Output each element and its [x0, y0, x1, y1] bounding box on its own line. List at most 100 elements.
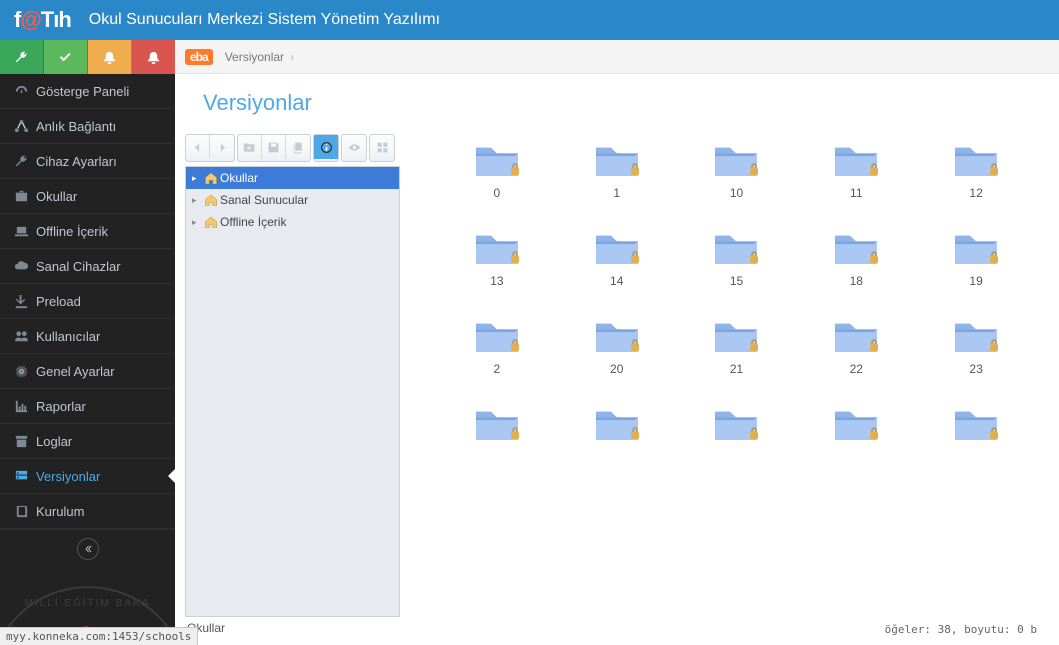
sidebar-item-virtual-devices[interactable]: Sanal Cihazlar: [0, 249, 175, 284]
sidebar-item-device-settings[interactable]: Cihaz Ayarları: [0, 144, 175, 179]
house-icon: [202, 216, 220, 228]
breadcrumb-item[interactable]: Versiyonlar: [225, 50, 284, 64]
folder-item[interactable]: [801, 406, 911, 450]
briefcase-icon: [14, 189, 36, 204]
folder-item[interactable]: 10: [682, 142, 792, 200]
sidebar-item-preload[interactable]: Preload: [0, 284, 175, 319]
sidebar-item-live-conn[interactable]: Anlık Bağlantı: [0, 109, 175, 144]
folder-label: 18: [850, 274, 863, 288]
sidebar-item-label: Anlık Bağlantı: [36, 119, 116, 134]
folder-item[interactable]: [921, 406, 1031, 450]
lock-icon: [510, 339, 520, 354]
folder-item[interactable]: 23: [921, 318, 1031, 376]
folder-item[interactable]: 0: [442, 142, 552, 200]
sidebar-item-dashboard[interactable]: Gösterge Paneli: [0, 74, 175, 109]
breadcrumb-bar: eba Versiyonlar ›: [175, 40, 1059, 74]
folder-item[interactable]: [562, 406, 672, 450]
folder-icon: [835, 142, 877, 176]
fm-preview-button: [342, 135, 366, 159]
folder-icon: [955, 318, 997, 352]
toolbar-approve-button[interactable]: [44, 40, 88, 74]
fm-info-button[interactable]: [314, 135, 338, 159]
sidebar-item-reports[interactable]: Raporlar: [0, 389, 175, 424]
folder-icon: [596, 230, 638, 264]
fm-grid-view-button: [370, 135, 394, 159]
tree-item[interactable]: ▸Okullar: [186, 167, 399, 189]
lock-icon: [869, 251, 879, 266]
folder-item[interactable]: 15: [682, 230, 792, 288]
sidebar-item-setup[interactable]: Kurulum: [0, 494, 175, 529]
lock-icon: [630, 163, 640, 178]
folder-item[interactable]: 22: [801, 318, 911, 376]
wrench-icon: [14, 154, 36, 169]
lock-icon: [630, 339, 640, 354]
chevron-right-icon: ›: [290, 50, 294, 64]
folder-label: 0: [494, 186, 501, 200]
folder-item[interactable]: [442, 406, 552, 450]
sidebar-item-versions[interactable]: Versiyonlar: [0, 459, 175, 494]
folder-item[interactable]: 11: [801, 142, 911, 200]
sidebar-item-label: Kurulum: [36, 504, 84, 519]
users-icon: [14, 329, 36, 344]
lock-icon: [510, 427, 520, 442]
tree-item[interactable]: ▸Sanal Sunucular: [186, 189, 399, 211]
folder-item[interactable]: 2: [442, 318, 552, 376]
sidebar-item-general-settings[interactable]: Genel Ayarlar: [0, 354, 175, 389]
folder-item[interactable]: 1: [562, 142, 672, 200]
fm-new-folder-button: [238, 135, 262, 159]
sidebar-item-users[interactable]: Kullanıcılar: [0, 319, 175, 354]
sidebar-nav: Gösterge Paneli Anlık Bağlantı Cihaz Ayarl…: [0, 74, 175, 529]
folder-grid-scroll[interactable]: 0 1 10 1112 13 14 15 18 19 2 20 21 22 23: [412, 134, 1041, 619]
sidebar-item-label: Sanal Cihazlar: [36, 259, 121, 274]
brand-logo: f@Tıh: [14, 7, 71, 33]
lock-icon: [869, 427, 879, 442]
sidebar-item-label: Kullanıcılar: [36, 329, 100, 344]
folder-item[interactable]: 12: [921, 142, 1031, 200]
browser-status-url: myy.konneka.com:1453/schools: [0, 627, 198, 645]
folder-item[interactable]: 14: [562, 230, 672, 288]
toolbar-notifications-button[interactable]: [88, 40, 132, 74]
expand-arrow-icon: ▸: [192, 195, 202, 206]
folder-label: 13: [490, 274, 503, 288]
lock-icon: [749, 427, 759, 442]
folder-label: 14: [610, 274, 623, 288]
laptop-icon: [14, 224, 36, 239]
folder-label: 22: [850, 362, 863, 376]
folder-icon: [715, 406, 757, 440]
current-path-label: Okullar: [185, 617, 400, 639]
folder-item[interactable]: 20: [562, 318, 672, 376]
folder-item[interactable]: [682, 406, 792, 450]
folder-item[interactable]: 13: [442, 230, 552, 288]
tree-item-label: Offline İçerik: [220, 215, 286, 229]
sidebar-item-label: Preload: [36, 294, 81, 309]
folder-icon: [715, 142, 757, 176]
sidebar-toolbar: [0, 40, 175, 74]
toolbar-settings-button[interactable]: [0, 40, 44, 74]
folder-label: 2: [494, 362, 501, 376]
folder-icon: [596, 318, 638, 352]
network-icon: [14, 119, 36, 134]
folder-grid: 0 1 10 1112 13 14 15 18 19 2 20 21 22 23: [412, 134, 1041, 450]
lock-icon: [869, 339, 879, 354]
expand-arrow-icon: ▸: [192, 173, 202, 184]
gauge-icon: [14, 84, 36, 99]
sidebar-item-label: Offline İçerik: [36, 224, 108, 239]
eba-badge: eba: [185, 49, 213, 65]
sidebar-item-schools[interactable]: Okullar: [0, 179, 175, 214]
toolbar-alerts-button[interactable]: [132, 40, 175, 74]
folder-icon: [715, 230, 757, 264]
fm-copy-button: [286, 135, 310, 159]
folder-label: 20: [610, 362, 623, 376]
tree-item[interactable]: ▸Offline İçerik: [186, 211, 399, 233]
sidebar-item-offline-content[interactable]: Offline İçerik: [0, 214, 175, 249]
folder-label: 10: [730, 186, 743, 200]
folder-item[interactable]: 21: [682, 318, 792, 376]
folder-item[interactable]: 19: [921, 230, 1031, 288]
folder-item[interactable]: 18: [801, 230, 911, 288]
folder-icon: [476, 318, 518, 352]
sidebar-item-logs[interactable]: Loglar: [0, 424, 175, 459]
lock-icon: [989, 163, 999, 178]
folder-label: 15: [730, 274, 743, 288]
server-icon: [14, 469, 36, 484]
sidebar-collapse-button[interactable]: [77, 538, 99, 560]
